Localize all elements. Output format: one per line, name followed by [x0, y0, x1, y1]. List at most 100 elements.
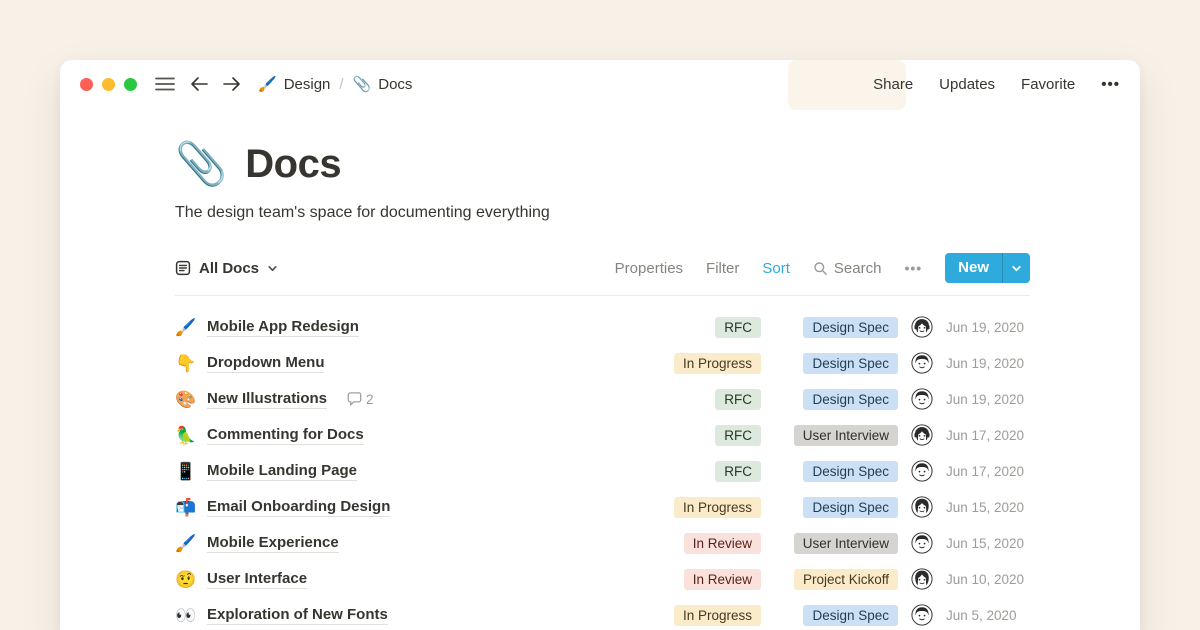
back-arrow-icon[interactable] — [190, 76, 209, 92]
page-header: 📎 Docs — [175, 140, 1030, 188]
doc-name-cell: 🤨 User Interface — [175, 570, 648, 589]
status-pill[interactable]: In Review — [684, 533, 761, 554]
menu-icon[interactable] — [155, 76, 175, 92]
sort-button[interactable]: Sort — [762, 260, 790, 277]
tag-cell: User Interview — [774, 533, 898, 554]
doc-name-cell: 🖌️ Mobile Experience — [175, 534, 648, 553]
breadcrumb-label: Design — [284, 76, 331, 93]
status-pill[interactable]: RFC — [715, 461, 761, 482]
status-cell: In Review — [661, 533, 761, 554]
doc-emoji-icon: 🖌️ — [175, 535, 197, 552]
new-button-chevron-icon[interactable] — [1002, 253, 1030, 283]
tag-cell: User Interview — [774, 425, 898, 446]
tag-pill[interactable]: Design Spec — [803, 353, 898, 374]
nav-arrows — [190, 76, 241, 92]
new-button-label[interactable]: New — [945, 253, 1002, 283]
forward-arrow-icon[interactable] — [222, 76, 241, 92]
updates-button[interactable]: Updates — [939, 76, 995, 93]
doc-date: Jun 15, 2020 — [946, 536, 1030, 551]
status-pill[interactable]: RFC — [715, 317, 761, 338]
avatar[interactable] — [911, 460, 933, 482]
avatar[interactable] — [911, 424, 933, 446]
tag-cell: Design Spec — [774, 353, 898, 374]
tag-pill[interactable]: User Interview — [794, 425, 898, 446]
status-cell: In Progress — [661, 497, 761, 518]
avatar[interactable] — [911, 496, 933, 518]
table-row: 👀 Exploration of New Fonts In Progress D… — [175, 597, 1030, 630]
table-row: 🦜 Commenting for Docs RFC User Interview… — [175, 417, 1030, 453]
view-switcher[interactable]: All Docs — [175, 260, 278, 277]
new-button[interactable]: New — [945, 253, 1030, 283]
tag-cell: Project Kickoff — [774, 569, 898, 590]
traffic-lights — [80, 78, 137, 91]
comment-indicator[interactable]: 2 — [347, 392, 374, 407]
table-row: 🤨 User Interface In Review Project Kicko… — [175, 561, 1030, 597]
share-button[interactable]: Share — [873, 76, 913, 93]
doc-title-link[interactable]: Mobile Landing Page — [207, 462, 357, 481]
tag-cell: Design Spec — [774, 461, 898, 482]
more-options-icon[interactable]: ••• — [1101, 76, 1120, 93]
doc-date: Jun 5, 2020 — [946, 608, 1030, 623]
avatar[interactable] — [911, 604, 933, 626]
tag-pill[interactable]: Design Spec — [803, 461, 898, 482]
page-title[interactable]: Docs — [245, 140, 341, 188]
avatar[interactable] — [911, 388, 933, 410]
avatar[interactable] — [911, 316, 933, 338]
doc-name-cell: 🖌️ Mobile App Redesign — [175, 318, 648, 337]
doc-date: Jun 19, 2020 — [946, 356, 1030, 371]
doc-title-link[interactable]: Commenting for Docs — [207, 426, 364, 445]
breadcrumb-item-design[interactable]: 🖌️ Design — [258, 76, 330, 93]
search-button[interactable]: Search — [813, 260, 882, 277]
status-pill[interactable]: RFC — [715, 425, 761, 446]
filter-button[interactable]: Filter — [706, 260, 739, 277]
tag-pill[interactable]: Design Spec — [803, 317, 898, 338]
traffic-light[interactable] — [124, 78, 137, 91]
tag-pill[interactable]: Design Spec — [803, 389, 898, 410]
tag-pill[interactable]: Project Kickoff — [794, 569, 898, 590]
doc-title-link[interactable]: Dropdown Menu — [207, 354, 324, 373]
doc-name-cell: 👀 Exploration of New Fonts — [175, 606, 648, 625]
doc-title-link[interactable]: Mobile App Redesign — [207, 318, 359, 337]
status-cell: RFC — [661, 425, 761, 446]
page-subtitle[interactable]: The design team's space for documenting … — [175, 204, 1030, 222]
chevron-down-icon — [267, 263, 278, 274]
doc-title-link[interactable]: Exploration of New Fonts — [207, 606, 388, 625]
page-paperclip-icon[interactable]: 📎 — [175, 143, 227, 185]
tag-pill[interactable]: Design Spec — [803, 497, 898, 518]
doc-date: Jun 19, 2020 — [946, 392, 1030, 407]
status-pill[interactable]: In Progress — [674, 353, 761, 374]
comment-bubble-icon — [347, 392, 362, 406]
avatar[interactable] — [911, 352, 933, 374]
doc-emoji-icon: 🖌️ — [175, 319, 197, 336]
app-window: 🖌️ Design / 📎 Docs Share Updates Favorit… — [60, 60, 1140, 630]
doc-title-link[interactable]: New Illustrations — [207, 390, 327, 409]
doc-title-link[interactable]: User Interface — [207, 570, 307, 589]
avatar[interactable] — [911, 568, 933, 590]
doc-date: Jun 17, 2020 — [946, 464, 1030, 479]
doc-title-link[interactable]: Email Onboarding Design — [207, 498, 390, 517]
toolbar-more-icon[interactable]: ••• — [904, 260, 922, 276]
doc-emoji-icon: 👇 — [175, 355, 197, 372]
status-cell: RFC — [661, 389, 761, 410]
doc-title-link[interactable]: Mobile Experience — [207, 534, 339, 553]
status-pill[interactable]: In Review — [684, 569, 761, 590]
paperclip-icon: 📎 — [353, 77, 372, 92]
doc-emoji-icon: 🦜 — [175, 427, 197, 444]
toolbar-controls: Properties Filter Sort Search ••• New — [615, 253, 1030, 283]
properties-button[interactable]: Properties — [615, 260, 683, 277]
status-pill[interactable]: In Progress — [674, 497, 761, 518]
window-topbar: 🖌️ Design / 📎 Docs Share Updates Favorit… — [60, 60, 1140, 108]
favorite-button[interactable]: Favorite — [1021, 76, 1075, 93]
list-view-icon — [175, 260, 191, 276]
status-cell: In Progress — [661, 605, 761, 626]
table-row: 🖌️ Mobile App Redesign RFC Design Spec J… — [175, 309, 1030, 345]
tag-pill[interactable]: User Interview — [794, 533, 898, 554]
tag-cell: Design Spec — [774, 497, 898, 518]
tag-pill[interactable]: Design Spec — [803, 605, 898, 626]
status-pill[interactable]: In Progress — [674, 605, 761, 626]
traffic-light[interactable] — [80, 78, 93, 91]
traffic-light[interactable] — [102, 78, 115, 91]
breadcrumb-item-docs[interactable]: 📎 Docs — [353, 76, 413, 93]
status-pill[interactable]: RFC — [715, 389, 761, 410]
avatar[interactable] — [911, 532, 933, 554]
